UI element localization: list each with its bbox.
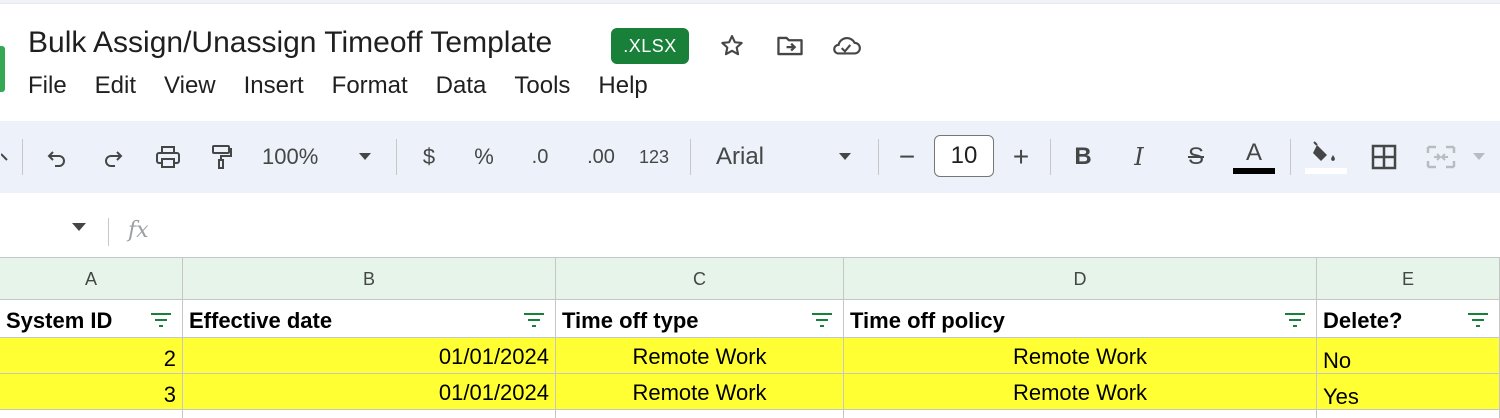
header-delete: Delete? (1323, 308, 1403, 333)
header-cell[interactable]: Delete? (1317, 300, 1500, 338)
search-menus-icon[interactable] (0, 121, 14, 193)
menu-file[interactable]: File (28, 70, 67, 102)
column-headers: A B C D E (0, 257, 1500, 300)
cell-system-id[interactable]: 2 (0, 338, 183, 374)
formula-bar: fx (0, 208, 1500, 256)
column-header-b[interactable]: B (183, 258, 556, 300)
toolbar-divider (690, 139, 691, 175)
zoom-dropdown-icon[interactable] (352, 121, 378, 193)
toolbar-divider (22, 139, 23, 175)
move-to-folder-icon[interactable] (774, 30, 806, 62)
decrease-decimal-label: .0 (531, 145, 549, 168)
merge-cells-icon[interactable] (1424, 121, 1458, 193)
menu-format[interactable]: Format (332, 70, 408, 102)
column-header-a[interactable]: A (0, 258, 183, 300)
menu-tools[interactable]: Tools (514, 70, 570, 102)
menu-help[interactable]: Help (598, 70, 647, 102)
cell-effective-date[interactable]: 01/01/2024 (183, 374, 556, 410)
column-header-e[interactable]: E (1317, 258, 1500, 300)
empty-cell[interactable] (183, 410, 556, 418)
text-color-label: A (1245, 139, 1262, 166)
column-header-d[interactable]: D (844, 258, 1317, 300)
cell-effective-date[interactable]: 01/01/2024 (183, 338, 556, 374)
number-format-button[interactable]: 123 (634, 121, 674, 193)
italic-button[interactable]: I (1124, 121, 1154, 193)
browser-top-edge (0, 0, 1500, 4)
redo-icon[interactable] (96, 121, 130, 193)
increase-font-size-button[interactable]: + (1006, 121, 1036, 193)
increase-decimal-button[interactable]: .00 (578, 121, 624, 193)
table-row: 2 01/01/2024 Remote Work Remote Work No (0, 338, 1500, 374)
header-system-id: System ID (6, 308, 113, 333)
star-icon[interactable] (716, 30, 748, 62)
filter-icon[interactable] (523, 312, 545, 328)
filter-icon[interactable] (811, 312, 833, 328)
header-effective-date: Effective date (189, 308, 333, 333)
empty-cell[interactable] (844, 410, 1317, 418)
toolbar: 100% $ % .0 .00 123 Arial − 10 + B I S A (0, 121, 1500, 193)
font-family-select[interactable]: Arial (716, 121, 826, 193)
formula-bar-divider (108, 218, 109, 246)
empty-cell[interactable] (556, 410, 844, 418)
increase-decimal-label: .00 (587, 145, 615, 168)
fill-color-swatch (1305, 167, 1347, 174)
header-cell[interactable]: Time off policy (844, 300, 1317, 338)
empty-cell[interactable] (1317, 410, 1500, 418)
menu-insert[interactable]: Insert (244, 70, 304, 102)
fx-icon: fx (128, 218, 149, 243)
menu-view[interactable]: View (164, 70, 216, 102)
zoom-select[interactable]: 100% (262, 121, 336, 193)
cell-time-off-type[interactable]: Remote Work (556, 374, 844, 410)
menu-edit[interactable]: Edit (95, 70, 136, 102)
font-dropdown-icon[interactable] (832, 121, 858, 193)
table-row: 3 01/01/2024 Remote Work Remote Work Yes (0, 374, 1500, 410)
decrease-font-size-button[interactable]: − (892, 121, 922, 193)
header-cell[interactable]: Time off type (556, 300, 844, 338)
column-header-c[interactable]: C (556, 258, 844, 300)
file-extension-badge: .XLSX (611, 28, 689, 64)
toolbar-divider (1290, 139, 1291, 175)
sheets-logo[interactable] (0, 46, 5, 92)
cell-system-id[interactable]: 3 (0, 374, 183, 410)
merge-dropdown-icon[interactable] (1466, 121, 1492, 193)
paint-bucket-icon (1313, 140, 1335, 161)
document-title[interactable]: Bulk Assign/Unassign Timeoff Template (28, 26, 552, 60)
decrease-decimal-button[interactable]: .0 (520, 121, 560, 193)
menu-data[interactable]: Data (436, 70, 487, 102)
cell-time-off-policy[interactable]: Remote Work (844, 338, 1317, 374)
cloud-saved-icon[interactable] (830, 30, 862, 62)
print-icon[interactable] (150, 121, 186, 193)
borders-icon[interactable] (1366, 121, 1402, 193)
percent-format-button[interactable]: % (468, 121, 500, 193)
cell-time-off-type[interactable]: Remote Work (556, 338, 844, 374)
filter-icon[interactable] (1467, 312, 1489, 328)
header-row: System ID Effective date Time off type T… (0, 300, 1500, 338)
cell-time-off-policy[interactable]: Remote Work (844, 374, 1317, 410)
text-color-button[interactable]: A (1232, 121, 1276, 193)
toolbar-divider (396, 139, 397, 175)
menu-bar: File Edit View Insert Format Data Tools … (28, 70, 676, 102)
name-box-dropdown-icon[interactable] (70, 220, 90, 240)
bold-button[interactable]: B (1068, 121, 1098, 193)
header-cell[interactable]: Effective date (183, 300, 556, 338)
text-color-swatch (1233, 168, 1275, 174)
strikethrough-button[interactable]: S (1180, 121, 1212, 193)
header-time-off-policy: Time off policy (850, 308, 1005, 333)
filter-icon[interactable] (1284, 312, 1306, 328)
cell-delete[interactable]: Yes (1317, 374, 1500, 410)
font-size-input[interactable]: 10 (934, 135, 994, 177)
empty-cell[interactable] (0, 410, 183, 418)
table-row-empty (0, 410, 1500, 418)
undo-icon[interactable] (40, 121, 74, 193)
paint-format-icon[interactable] (206, 121, 238, 193)
currency-format-button[interactable]: $ (414, 121, 444, 193)
toolbar-divider (878, 139, 879, 175)
spreadsheet-grid: A B C D E System ID Effective date Time … (0, 257, 1500, 418)
header-cell[interactable]: System ID (0, 300, 183, 338)
header-time-off-type: Time off type (562, 308, 699, 333)
fill-color-button[interactable] (1304, 121, 1348, 193)
toolbar-divider (1050, 139, 1051, 175)
filter-icon[interactable] (150, 312, 172, 328)
cell-delete[interactable]: No (1317, 338, 1500, 374)
